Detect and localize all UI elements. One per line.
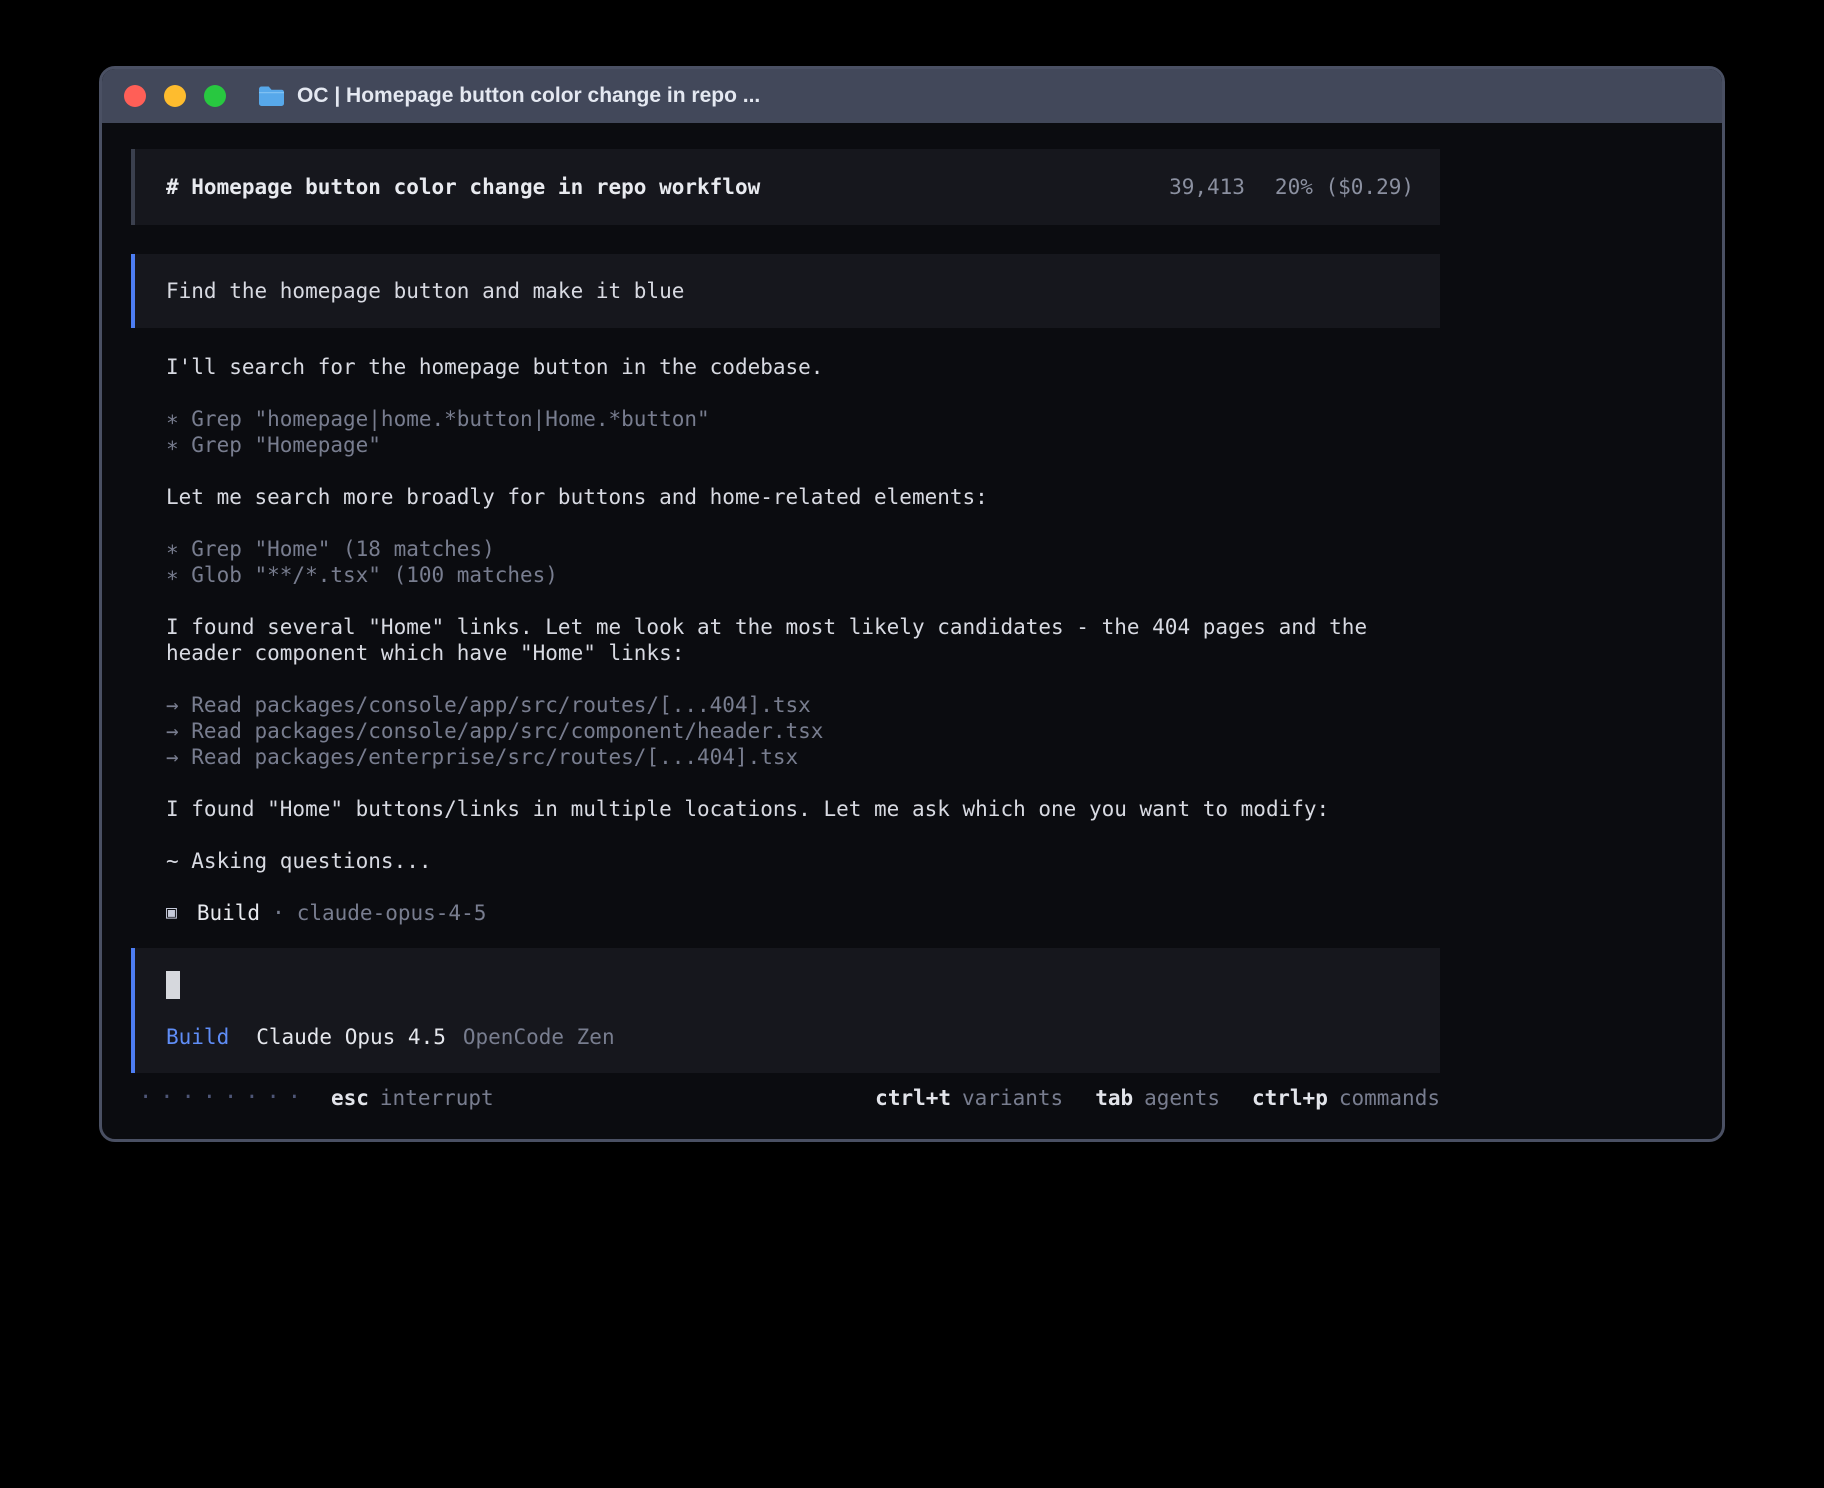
- input-status-bar: Build Claude Opus 4.5 OpenCode Zen: [166, 1024, 1414, 1050]
- shortcut-label: commands: [1339, 1085, 1440, 1111]
- shortcut-agents[interactable]: tab agents: [1095, 1085, 1220, 1111]
- esc-key-label: interrupt: [380, 1085, 494, 1111]
- assistant-status: ~ Asking questions...: [166, 848, 1440, 874]
- esc-key-hint[interactable]: esc: [331, 1085, 369, 1111]
- user-message-text: Find the homepage button and make it blu…: [166, 279, 684, 303]
- tool-call-read: → Read packages/console/app/src/componen…: [166, 718, 1440, 744]
- agent-badge: ▣ Build · claude-opus-4-5: [166, 900, 1440, 926]
- session-stats: 39,413 20% ($0.29): [1169, 174, 1414, 200]
- token-count: 39,413: [1169, 174, 1245, 200]
- shortcut-commands[interactable]: ctrl+p commands: [1252, 1085, 1440, 1111]
- agent-mode-label[interactable]: Build: [166, 1024, 229, 1050]
- shortcut-label: variants: [962, 1085, 1063, 1111]
- session-header: # Homepage button color change in repo w…: [131, 149, 1440, 225]
- context-cost: 20% ($0.29): [1275, 174, 1414, 200]
- desktop: OC | Homepage button color change in rep…: [0, 0, 1824, 1488]
- session-title: # Homepage button color change in repo w…: [166, 174, 760, 200]
- window-title-text: OC | Homepage button color change in rep…: [297, 84, 760, 108]
- assistant-text: Let me search more broadly for buttons a…: [166, 484, 1440, 510]
- window-title: OC | Homepage button color change in rep…: [258, 84, 760, 108]
- shortcut-key: tab: [1095, 1085, 1133, 1111]
- agent-icon: ▣: [166, 900, 177, 926]
- user-message: Find the homepage button and make it blu…: [131, 254, 1440, 328]
- text-cursor: [166, 971, 180, 999]
- shortcut-label: agents: [1144, 1085, 1220, 1111]
- tool-call-grep: ∗ Grep "Homepage": [166, 432, 1440, 458]
- session-activity-dots: ········: [139, 1085, 309, 1111]
- tool-call-read: → Read packages/enterprise/src/routes/[.…: [166, 744, 1440, 770]
- tool-call-glob: ∗ Glob "**/*.tsx" (100 matches): [166, 562, 1440, 588]
- shortcut-variants[interactable]: ctrl+t variants: [875, 1085, 1063, 1111]
- assistant-response: I'll search for the homepage button in t…: [131, 354, 1440, 926]
- minimize-button[interactable]: [164, 85, 186, 107]
- shortcut-key: ctrl+p: [1252, 1085, 1328, 1111]
- shortcut-key: ctrl+t: [875, 1085, 951, 1111]
- assistant-text: I'll search for the homepage button in t…: [166, 354, 1440, 380]
- zoom-button[interactable]: [204, 85, 226, 107]
- folder-icon: [258, 85, 285, 107]
- agent-name: Build: [197, 900, 260, 926]
- tool-call-grep: ∗ Grep "Home" (18 matches): [166, 536, 1440, 562]
- session-content: # Homepage button color change in repo w…: [102, 123, 1722, 1111]
- model-label[interactable]: Claude Opus 4.5: [256, 1024, 446, 1050]
- agent-model: claude-opus-4-5: [297, 900, 487, 926]
- close-button[interactable]: [124, 85, 146, 107]
- terminal-window: OC | Homepage button color change in rep…: [99, 66, 1725, 1142]
- assistant-text: I found "Home" buttons/links in multiple…: [166, 796, 1440, 822]
- assistant-text: I found several "Home" links. Let me loo…: [166, 614, 1440, 666]
- traffic-lights: [124, 85, 226, 107]
- provider-label: OpenCode Zen: [463, 1024, 615, 1050]
- tool-call-grep: ∗ Grep "homepage|home.*button|Home.*butt…: [166, 406, 1440, 432]
- window-titlebar[interactable]: OC | Homepage button color change in rep…: [102, 69, 1722, 123]
- prompt-input[interactable]: Build Claude Opus 4.5 OpenCode Zen: [131, 948, 1440, 1073]
- status-footer: ········ esc interrupt ctrl+t variants t…: [131, 1085, 1440, 1111]
- agent-separator: ·: [272, 900, 285, 926]
- tool-call-read: → Read packages/console/app/src/routes/[…: [166, 692, 1440, 718]
